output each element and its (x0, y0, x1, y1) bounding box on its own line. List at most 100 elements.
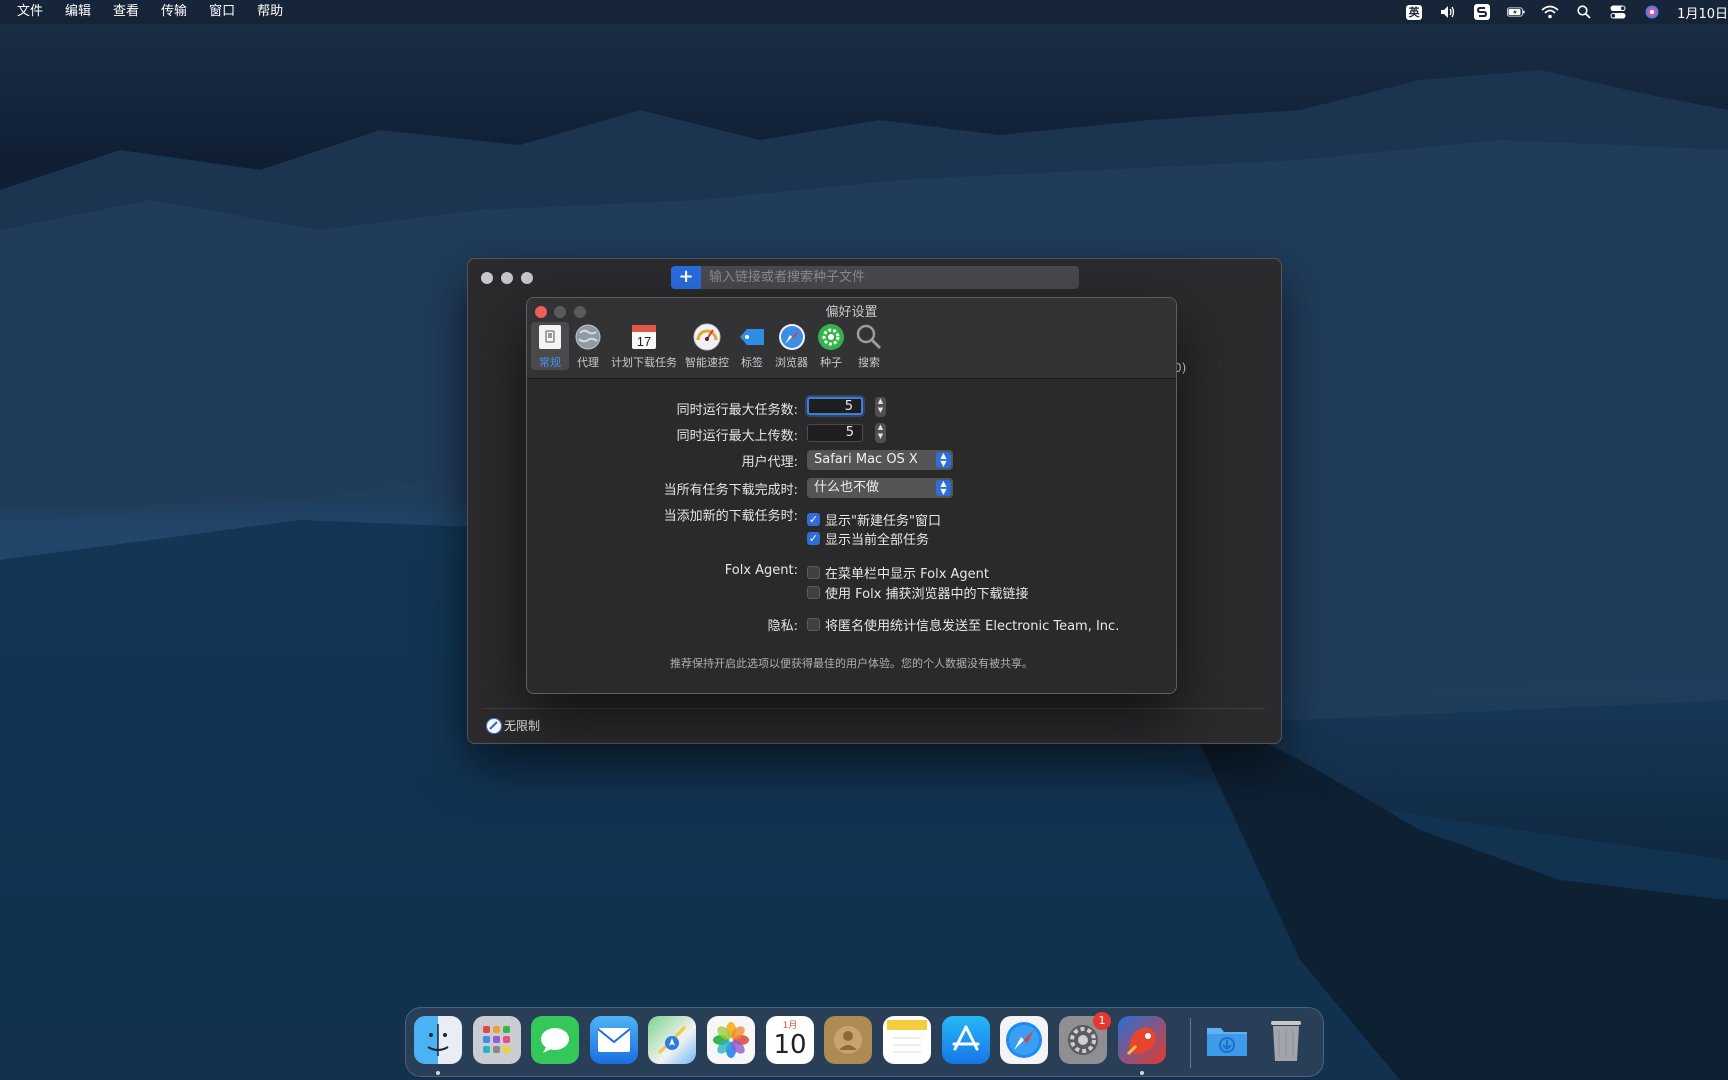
max-uploads-field[interactable]: 5 (807, 424, 863, 442)
url-search-placeholder[interactable]: 输入链接或者搜索种子文件 (709, 266, 865, 289)
main-close-button[interactable] (481, 272, 493, 284)
tab-tags-label: 标签 (741, 356, 763, 369)
tab-torrents-label: 种子 (820, 356, 842, 369)
menu-help[interactable]: 帮助 (246, 0, 294, 24)
safari-icon[interactable] (1000, 1016, 1048, 1064)
max-tasks-label: 同时运行最大任务数: (676, 403, 798, 418)
menu-transfer[interactable]: 传输 (150, 0, 198, 24)
tab-search-label: 搜索 (858, 356, 880, 369)
menu-view[interactable]: 查看 (102, 0, 150, 24)
privacy-note: 推荐保持开启此选项以便获得最佳的用户体验。您的个人数据没有被共享。 (670, 657, 1033, 670)
contacts-icon[interactable] (824, 1016, 872, 1064)
tab-smart-speed[interactable]: 智能速控 (681, 322, 733, 370)
tab-general[interactable]: 常规 (531, 322, 569, 370)
general-settings-panel: 同时运行最大任务数: 5 ▲ ▼ 同时运行最大上传数: 5 ▲ ▼ 用户代理: Sa… (527, 379, 1176, 693)
trash-icon[interactable] (1262, 1016, 1310, 1064)
dock-calendar-day: 10 (773, 1030, 807, 1060)
app-store-icon[interactable] (942, 1016, 990, 1064)
control-center-icon[interactable] (1609, 5, 1627, 19)
menu-bar: 文件 编辑 查看 传输 窗口 帮助 英 1月10日 (0, 0, 1728, 24)
tag-icon (737, 322, 767, 352)
battery-icon[interactable] (1507, 5, 1525, 19)
speedometer-icon (486, 717, 502, 734)
main-minimize-button[interactable] (501, 272, 513, 284)
downloads-folder-icon[interactable] (1203, 1016, 1251, 1064)
input-method-label: 英 (1406, 4, 1423, 20)
preferences-window: 偏好设置 常规 代理 17 计划下载任务 智能速控 标签 浏览器 种子 搜索 同… (526, 297, 1177, 694)
preferences-toolbar-area: 偏好设置 常规 代理 17 计划下载任务 智能速控 标签 浏览器 种子 搜索 (527, 298, 1176, 379)
preferences-toolbar: 常规 代理 17 计划下载任务 智能速控 标签 浏览器 种子 搜索 (531, 322, 888, 370)
on-complete-popup[interactable]: 什么也不做 ▲ ▼ (807, 478, 953, 498)
mail-icon[interactable] (590, 1016, 638, 1064)
dock-separator (1190, 1018, 1191, 1068)
tab-proxy[interactable]: 代理 (569, 322, 607, 370)
privacy-label: 隐私: (767, 619, 798, 634)
tab-scheduler-label: 计划下载任务 (611, 356, 677, 369)
siri-icon[interactable] (1643, 5, 1661, 19)
photos-icon[interactable] (707, 1016, 755, 1064)
chevron-updown-icon: ▲ ▼ (936, 480, 951, 496)
finder-running-indicator (436, 1071, 440, 1075)
maps-icon[interactable] (648, 1016, 696, 1064)
messages-icon[interactable] (531, 1016, 579, 1064)
input-method-icon[interactable]: 英 (1405, 4, 1423, 20)
tab-browsers[interactable]: 浏览器 (771, 322, 812, 370)
speed-mode-control[interactable]: 无限制 (486, 717, 540, 734)
on-complete-value: 什么也不做 (814, 480, 880, 495)
folx-icon[interactable] (1118, 1016, 1166, 1064)
calendar-icon: 17 (629, 322, 659, 352)
capture-browser-checkbox[interactable] (807, 586, 820, 599)
send-stats-label[interactable]: 将匿名使用统计信息发送至 Electronic Team, Inc. (825, 615, 1119, 634)
send-stats-checkbox[interactable] (807, 618, 820, 631)
max-tasks-field[interactable]: 5 (807, 397, 863, 415)
max-uploads-stepper[interactable]: ▲ ▼ (875, 423, 886, 443)
main-zoom-button[interactable] (521, 272, 533, 284)
show-new-task-checkbox[interactable]: ✓ (807, 513, 820, 526)
main-divider (482, 708, 1265, 709)
menu-window[interactable]: 窗口 (198, 0, 246, 24)
preferences-title: 偏好设置 (825, 305, 878, 320)
tab-tags[interactable]: 标签 (733, 322, 771, 370)
wifi-icon[interactable] (1541, 5, 1559, 19)
show-new-task-label[interactable]: 显示"新建任务"窗口 (825, 510, 941, 529)
folx-agent-label: Folx Agent: (724, 563, 798, 578)
add-download-button[interactable]: + (671, 266, 701, 289)
url-search-bar[interactable]: + 输入链接或者搜索种子文件 (671, 266, 1079, 289)
sys-pref-badge: 1 (1093, 1012, 1111, 1030)
show-all-tasks-label[interactable]: 显示当前全部任务 (825, 529, 929, 548)
gear-seed-icon (816, 322, 846, 352)
menu-clock[interactable]: 1月10日 (1677, 3, 1728, 22)
tab-smart-speed-label: 智能速控 (685, 356, 729, 369)
folx-running-indicator (1140, 1071, 1144, 1075)
tab-general-label: 常规 (539, 356, 561, 369)
notes-icon[interactable] (883, 1016, 931, 1064)
finder-icon[interactable] (414, 1016, 462, 1064)
volume-icon[interactable] (1439, 5, 1457, 19)
tab-proxy-label: 代理 (577, 356, 599, 369)
calendar-day-text: 17 (637, 334, 651, 349)
user-agent-value: Safari Mac OS X (814, 452, 918, 467)
speed-mode-label: 无限制 (504, 719, 541, 733)
max-uploads-label: 同时运行最大上传数: (676, 429, 798, 444)
launchpad-icon[interactable] (473, 1016, 521, 1064)
main-titlebar: + 输入链接或者搜索种子文件 (468, 259, 1281, 297)
show-in-menubar-checkbox[interactable] (807, 566, 820, 579)
tab-search[interactable]: 搜索 (850, 322, 888, 370)
tab-scheduler[interactable]: 17 计划下载任务 (607, 322, 681, 370)
menu-edit[interactable]: 编辑 (54, 0, 102, 24)
tab-torrents[interactable]: 种子 (812, 322, 850, 370)
general-icon (535, 322, 565, 352)
speedometer-icon (692, 322, 722, 352)
calendar-icon[interactable]: 1月 10 (766, 1016, 814, 1064)
max-tasks-stepper[interactable]: ▲ ▼ (875, 397, 886, 417)
on-add-label: 当添加新的下载任务时: (663, 509, 798, 524)
sogou-s-icon[interactable] (1473, 4, 1491, 20)
show-all-tasks-checkbox[interactable]: ✓ (807, 532, 820, 545)
spotlight-search-icon[interactable] (1575, 5, 1593, 19)
proxy-globe-icon (573, 322, 603, 352)
menu-file[interactable]: 文件 (6, 0, 54, 24)
user-agent-popup[interactable]: Safari Mac OS X ▲ ▼ (807, 450, 953, 470)
system-preferences-icon[interactable]: 1 (1059, 1012, 1111, 1064)
capture-browser-label[interactable]: 使用 Folx 捕获浏览器中的下载链接 (825, 583, 1029, 602)
show-in-menubar-label[interactable]: 在菜单栏中显示 Folx Agent (825, 563, 989, 582)
